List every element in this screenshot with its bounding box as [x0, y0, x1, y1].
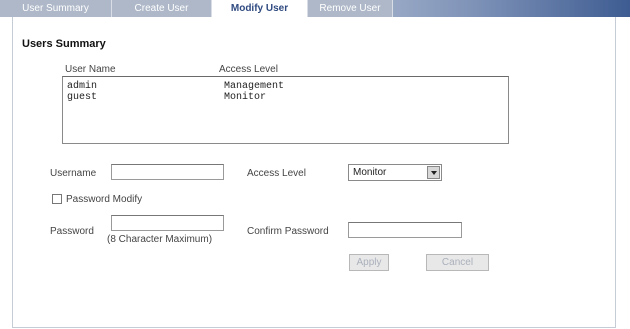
tab-create-user[interactable]: Create User [112, 0, 212, 17]
tab-modify-user[interactable]: Modify User [212, 0, 308, 18]
list-item-access: Monitor [224, 92, 267, 103]
access-level-label: Access Level [247, 168, 306, 179]
list-item[interactable]: admin Management [67, 81, 507, 92]
column-header-access-level: Access Level [219, 64, 278, 75]
password-label: Password [50, 226, 94, 237]
password-hint: (8 Character Maximum) [107, 234, 213, 245]
users-listbox[interactable]: admin Management guest Monitor [62, 76, 509, 144]
username-label: Username [50, 168, 97, 179]
chevron-down-icon[interactable] [427, 166, 440, 179]
list-item-user: admin [67, 81, 98, 92]
username-field[interactable] [111, 164, 224, 180]
cancel-button[interactable]: Cancel [426, 254, 489, 271]
confirm-password-label: Confirm Password [247, 226, 329, 237]
password-modify-label: Password Modify [66, 194, 143, 205]
list-item-access: Management [224, 81, 285, 92]
section-title: Users Summary [22, 38, 106, 50]
tab-user-summary[interactable]: User Summary [0, 0, 112, 17]
apply-button[interactable]: Apply [349, 254, 389, 271]
password-field[interactable] [111, 215, 224, 231]
list-item-user: guest [67, 92, 98, 103]
access-level-select[interactable]: Monitor [348, 164, 442, 181]
column-header-user-name: User Name [65, 64, 116, 75]
password-modify-checkbox[interactable] [52, 194, 62, 204]
tab-bar: User Summary Create User Modify User Rem… [0, 0, 630, 18]
tab-remove-user[interactable]: Remove User [308, 0, 393, 17]
access-level-value: Monitor [353, 167, 387, 178]
list-item[interactable]: guest Monitor [67, 92, 507, 103]
confirm-password-field[interactable] [348, 222, 462, 238]
